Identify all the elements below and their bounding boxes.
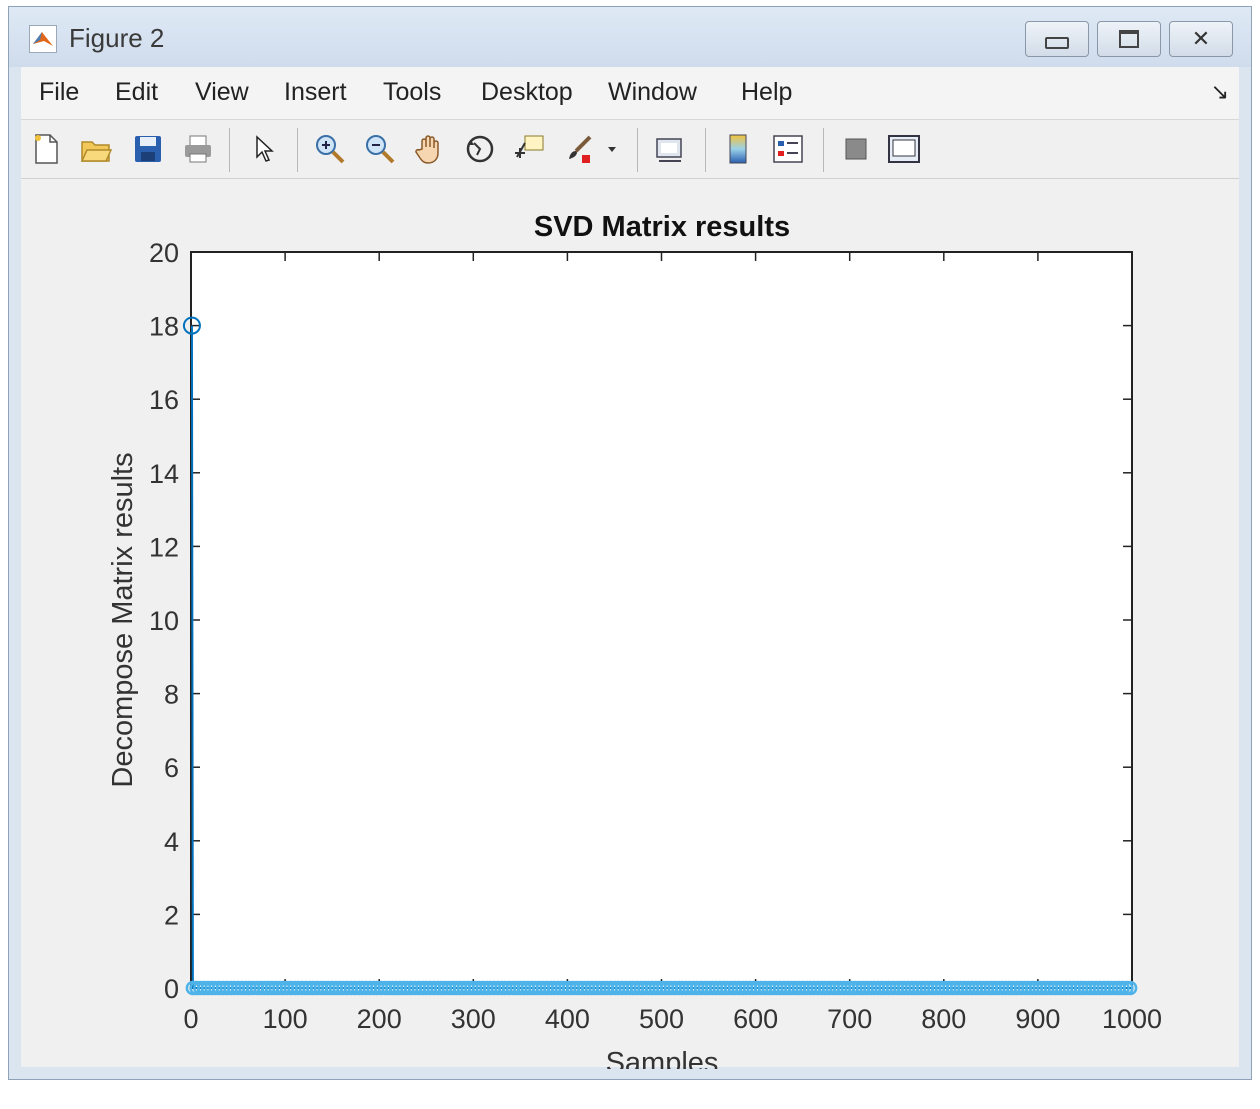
y-tick-label: 0	[164, 974, 179, 1004]
y-tick-label: 6	[164, 753, 179, 783]
x-tick-label: 400	[545, 1004, 590, 1034]
x-tick-label: 800	[921, 1004, 966, 1034]
chart-title: SVD Matrix results	[534, 211, 790, 243]
minimize-button[interactable]	[1025, 21, 1089, 57]
title-bar[interactable]: Figure 2 ✕	[9, 7, 1251, 67]
y-tick-label: 20	[149, 238, 179, 268]
x-tick-label: 900	[1015, 1004, 1060, 1034]
y-tick-label: 14	[149, 459, 179, 489]
minimize-icon	[1045, 37, 1069, 49]
y-tick-label: 4	[164, 827, 179, 857]
y-tick-label: 10	[149, 606, 179, 636]
y-tick-label: 18	[149, 312, 179, 342]
x-tick-label: 200	[357, 1004, 402, 1034]
figure-window: Figure 2 ✕ File Edit View Insert Tools D…	[8, 6, 1252, 1080]
x-tick-label: 500	[639, 1004, 684, 1034]
figure-client-area: File Edit View Insert Tools Desktop Wind…	[21, 67, 1239, 1069]
matlab-logo-icon	[29, 25, 57, 53]
x-tick-label: 0	[183, 1004, 198, 1034]
x-tick-label: 600	[733, 1004, 778, 1034]
maximize-icon	[1119, 30, 1139, 48]
close-button[interactable]: ✕	[1169, 21, 1233, 57]
window-title: Figure 2	[69, 23, 165, 53]
y-axis-label: Decompose Matrix results	[107, 452, 139, 787]
x-tick-label: 1000	[1102, 1004, 1162, 1034]
y-tick-label: 8	[164, 680, 179, 710]
axes-plot-area[interactable]	[190, 251, 1133, 989]
x-tick-label: 300	[451, 1004, 496, 1034]
x-tick-label: 100	[263, 1004, 308, 1034]
x-tick-label: 700	[827, 1004, 872, 1034]
y-tick-label: 2	[164, 900, 179, 930]
close-icon: ✕	[1191, 26, 1211, 51]
maximize-button[interactable]	[1097, 21, 1161, 57]
y-tick-label: 16	[149, 385, 179, 415]
figure-canvas[interactable]: SVD Matrix results 0 2 4 6 8 10 12 14 16 18 20 0 10…	[21, 67, 1257, 1069]
y-tick-label: 12	[149, 532, 179, 562]
x-axis-label: Samples	[606, 1047, 719, 1069]
